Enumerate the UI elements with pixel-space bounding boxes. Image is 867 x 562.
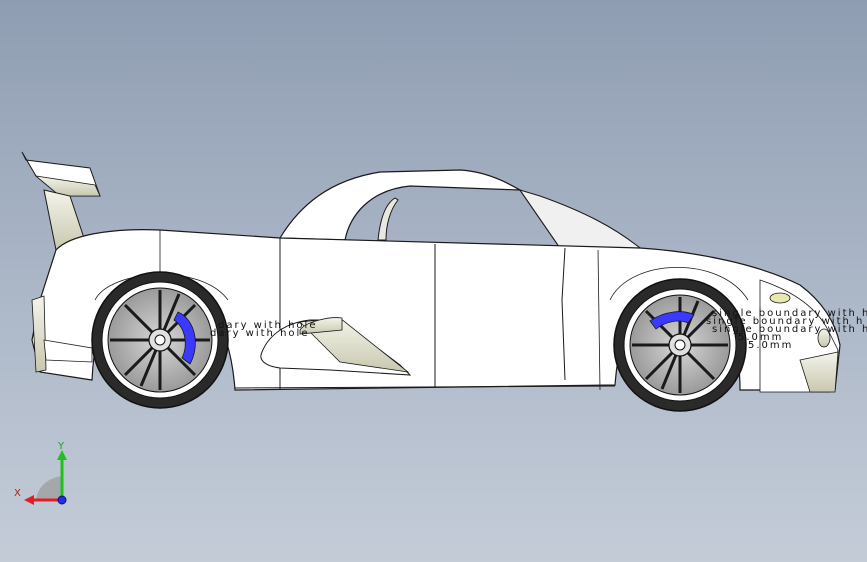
triad-plane-icon [36, 476, 62, 500]
rear-wheel [91, 271, 229, 409]
x-axis-label: X [14, 488, 21, 499]
annotation-rear-2: dary with hole [210, 328, 309, 339]
car-model[interactable]: dary with hole dary with hole single bou… [0, 0, 867, 562]
reference-triad[interactable]: Y X [14, 440, 76, 506]
annotation-front-3: single boundary with h [712, 324, 867, 335]
y-axis-label: Y [57, 441, 65, 452]
front-wheel [613, 278, 747, 412]
graphics-viewport[interactable]: dary with hole dary with hole single bou… [0, 0, 867, 562]
z-axis-dot-icon [57, 495, 67, 505]
annotation-front-5: 5.0mm [748, 340, 793, 351]
x-axis-arrowhead-icon [24, 495, 34, 505]
